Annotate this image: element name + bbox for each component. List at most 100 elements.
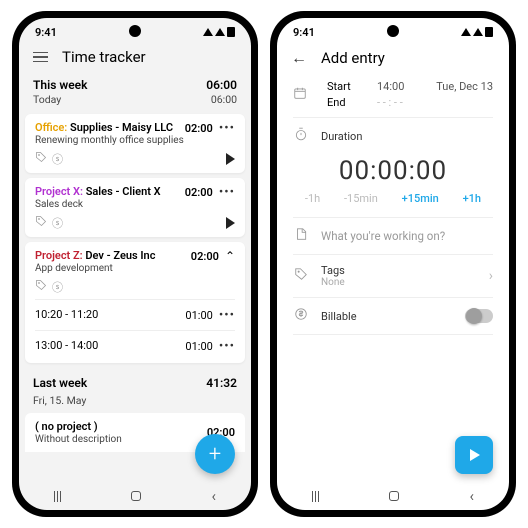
minus-15min-button[interactable]: -15min	[344, 192, 378, 205]
minus-1h-button[interactable]: -1h	[305, 192, 320, 205]
note-icon	[293, 227, 309, 245]
more-icon[interactable]: •••	[219, 185, 235, 200]
week-summary: This week 06:00 Today 06:00	[19, 74, 251, 114]
sub-entry-row[interactable]: 13:00 - 14:00 01:00 •••	[35, 330, 235, 357]
tag-icon	[35, 151, 47, 167]
duration-row: Duration	[277, 120, 509, 152]
billable-row[interactable]: Billable	[277, 300, 509, 332]
last-week-label: Last week	[33, 376, 87, 390]
start-label: Start	[327, 80, 377, 93]
plus-15min-button[interactable]: +15min	[402, 192, 439, 205]
billable-label: Billable	[321, 310, 453, 323]
nav-recent-icon[interactable]	[312, 491, 320, 502]
billable-icon: ⓢ	[52, 279, 63, 295]
task-label: Supplies - Maisy LLC	[70, 121, 173, 134]
entry-duration: 02:00	[191, 250, 219, 263]
today-label: Today	[33, 93, 61, 106]
project-label: Office:	[35, 121, 67, 134]
calendar-icon	[293, 86, 327, 104]
project-label: Project Z:	[35, 249, 83, 262]
android-nav-bar: ‹	[277, 482, 509, 510]
divider	[293, 334, 493, 335]
divider	[293, 254, 493, 255]
sub-entry-duration: 01:00	[185, 309, 212, 322]
tags-row[interactable]: Tags None ›	[277, 257, 509, 295]
status-icons	[461, 27, 493, 37]
play-button[interactable]	[226, 153, 235, 165]
entry-description: Without description	[35, 434, 122, 445]
play-icon	[470, 449, 480, 461]
this-week-total: 06:00	[206, 78, 237, 92]
billable-icon	[293, 307, 309, 325]
billable-icon: ⓢ	[52, 151, 63, 167]
no-project-label: ( no project )	[35, 420, 122, 433]
screen-add-entry: 9:41 ← Add entry Start 14:00 Tue, Dec 13…	[277, 18, 509, 510]
task-label: Dev - Zeus Inc	[85, 249, 155, 262]
project-label: Project X:	[35, 185, 83, 198]
nav-home-icon[interactable]	[389, 491, 399, 501]
tag-icon	[293, 267, 309, 285]
camera-notch	[129, 25, 141, 37]
task-label: Sales - Client X	[86, 185, 161, 198]
start-time-value[interactable]: 14:00	[377, 80, 404, 93]
phone-frame-right: 9:41 ← Add entry Start 14:00 Tue, Dec 13…	[270, 11, 516, 517]
screen-time-tracker: 9:41 Time tracker This week 06:00 Today …	[19, 18, 251, 510]
nav-back-icon[interactable]: ‹	[211, 487, 216, 505]
entry-duration: 02:00	[185, 122, 213, 135]
entry-description: Renewing monthly office supplies	[35, 135, 184, 146]
sub-entry-duration: 01:00	[185, 340, 212, 353]
sub-entry-range: 10:20 - 11:20	[35, 308, 98, 323]
duration-label: Duration	[321, 130, 362, 143]
end-time-value[interactable]: - - : - -	[377, 96, 403, 109]
app-bar: ← Add entry	[277, 42, 509, 76]
time-entry-card[interactable]: Office: Supplies - Maisy LLC Renewing mo…	[25, 114, 245, 173]
billable-toggle[interactable]	[465, 309, 493, 323]
tags-label: Tags	[321, 264, 477, 277]
wifi-icon	[215, 28, 225, 36]
nav-recent-icon[interactable]	[54, 491, 62, 502]
camera-notch	[387, 25, 399, 37]
status-time: 9:41	[35, 26, 57, 39]
entry-description: App development	[35, 263, 155, 274]
duration-adjust-buttons: -1h -15min +15min +1h	[277, 192, 509, 215]
start-timer-fab[interactable]	[455, 436, 493, 474]
phone-frame-left: 9:41 Time tracker This week 06:00 Today …	[12, 11, 258, 517]
play-button[interactable]	[226, 217, 235, 229]
add-entry-fab[interactable]: +	[195, 434, 235, 474]
description-placeholder: What you're working on?	[321, 229, 445, 243]
divider	[293, 117, 493, 118]
tags-value: None	[321, 277, 477, 288]
nav-back-icon[interactable]: ‹	[469, 487, 474, 505]
time-entry-card-expanded[interactable]: Project Z: Dev - Zeus Inc App developmen…	[25, 242, 245, 363]
end-label: End	[327, 96, 377, 109]
page-title: Add entry	[321, 49, 385, 67]
sub-entry-row[interactable]: 10:20 - 11:20 01:00 •••	[35, 299, 235, 326]
tag-icon	[35, 215, 47, 231]
more-icon[interactable]: •••	[219, 308, 235, 323]
divider	[293, 217, 493, 218]
description-row[interactable]: What you're working on?	[277, 220, 509, 252]
time-range-row[interactable]: Start 14:00 Tue, Dec 13 End - - : - -	[277, 76, 509, 115]
last-week-date: Fri, 15. May	[19, 394, 251, 413]
more-icon[interactable]: •••	[219, 339, 235, 354]
entry-duration: 02:00	[185, 186, 213, 199]
menu-icon[interactable]	[33, 52, 48, 63]
plus-icon: +	[209, 442, 221, 467]
time-entry-card[interactable]: Project X: Sales - Client X Sales deck 0…	[25, 178, 245, 237]
tag-icon	[35, 279, 47, 295]
battery-icon	[485, 27, 493, 37]
stopwatch-icon	[293, 127, 309, 145]
back-icon[interactable]: ←	[291, 48, 307, 68]
nav-home-icon[interactable]	[131, 491, 141, 501]
duration-value[interactable]: 00:00:00	[277, 152, 509, 192]
entry-description: Sales deck	[35, 199, 161, 210]
this-week-label: This week	[33, 78, 87, 92]
divider	[293, 297, 493, 298]
more-icon[interactable]: •••	[219, 121, 235, 136]
app-bar: Time tracker	[19, 42, 251, 74]
today-total: 06:00	[211, 93, 237, 106]
start-date-value[interactable]: Tue, Dec 13	[436, 80, 493, 93]
signal-icon	[461, 28, 471, 36]
plus-1h-button[interactable]: +1h	[463, 192, 481, 205]
collapse-icon[interactable]: ⌃	[225, 249, 235, 263]
